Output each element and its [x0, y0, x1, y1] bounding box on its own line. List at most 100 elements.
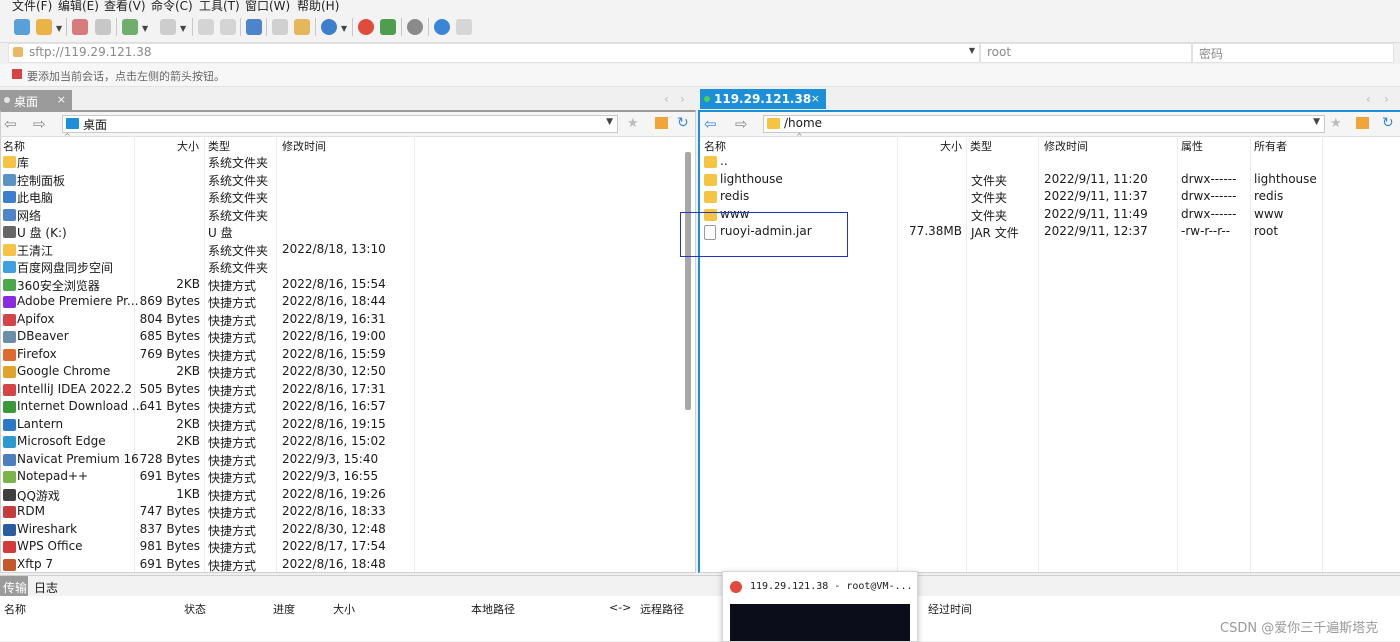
tab-remote-host[interactable]: 119.29.121.38 × — [700, 89, 826, 109]
table-row[interactable]: Firefox 769 Bytes 快捷方式 2022/8/16, 15:59 — [1, 347, 691, 364]
menu-help[interactable]: 帮助(H) — [297, 0, 339, 12]
menu-tools[interactable]: 工具(T) — [199, 0, 240, 12]
table-row[interactable]: .. — [700, 154, 1400, 171]
table-row[interactable]: redis 文件夹 2022/9/11, 11:37 drwx------ redis — [700, 189, 1400, 206]
table-row[interactable]: Xftp 7 691 Bytes 快捷方式 2022/8/16, 18:48 — [1, 557, 691, 574]
table-row[interactable]: Apifox 804 Bytes 快捷方式 2022/8/19, 16:31 — [1, 312, 691, 329]
table-row[interactable]: RDM 747 Bytes 快捷方式 2022/8/16, 18:33 — [1, 504, 691, 521]
chevron-down-icon[interactable]: ▼ — [142, 24, 148, 33]
password-input[interactable]: 密码 — [1192, 43, 1394, 63]
back-arrow-icon[interactable]: ⇦ — [704, 115, 717, 133]
col-header-owner[interactable]: 所有者 — [1254, 138, 1287, 154]
tab-log[interactable]: 日志 — [34, 579, 58, 596]
scroll-left-icon[interactable]: ‹ — [664, 92, 669, 106]
col-header-name[interactable]: 名称 — [704, 138, 726, 154]
table-row[interactable]: Internet Download ... 641 Bytes 快捷方式 2022/8… — [1, 399, 691, 416]
menu-edit[interactable]: 编辑(E) — [58, 0, 99, 12]
scrollbar-thumb[interactable] — [685, 152, 691, 410]
col-header-type[interactable]: 类型 — [208, 138, 230, 154]
tab-desktop[interactable]: 桌面 × — [0, 90, 72, 110]
paste-icon[interactable] — [220, 19, 236, 35]
col-header-attributes[interactable]: 属性 — [1181, 138, 1203, 154]
username-input[interactable]: root — [980, 43, 1192, 63]
forward-arrow-icon[interactable]: ⇨ — [735, 115, 748, 133]
taskbar-preview[interactable]: 119.29.121.38 - root@VM-... — [722, 571, 918, 642]
chevron-down-icon[interactable]: ▼ — [606, 117, 613, 127]
transfer-icon[interactable] — [122, 19, 138, 35]
table-row[interactable]: IntelliJ IDEA 2022.2 505 Bytes 快捷方式 2022/8/… — [1, 382, 691, 399]
address-input[interactable]: sftp://119.29.121.38 ▼ — [8, 43, 980, 63]
table-row[interactable]: 控制面板 系统文件夹 — [1, 172, 691, 189]
chat-icon[interactable] — [456, 19, 472, 35]
menu-view[interactable]: 查看(V) — [104, 0, 146, 12]
chevron-down-icon[interactable]: ▼ — [56, 24, 62, 33]
col-header-modified[interactable]: 修改时间 — [1044, 138, 1088, 154]
col-header-size[interactable]: 大小 — [940, 138, 962, 154]
help-icon[interactable] — [434, 19, 450, 35]
find-icon[interactable] — [294, 19, 310, 35]
globe-icon[interactable] — [321, 19, 337, 35]
refresh-icon[interactable]: ↻ — [677, 115, 689, 131]
col-header-size[interactable]: 大小 — [177, 138, 199, 154]
table-row[interactable]: Wireshark 837 Bytes 快捷方式 2022/8/30, 12:48 — [1, 522, 691, 539]
refresh-icon[interactable]: ↻ — [1382, 115, 1394, 131]
col-header-name[interactable]: 名称 — [3, 138, 25, 154]
chevron-down-icon[interactable]: ▼ — [180, 24, 186, 33]
table-row[interactable]: Adobe Premiere Pr... 869 Bytes 快捷方式 2022/8/… — [1, 294, 691, 311]
col-header-name[interactable]: 名称 — [4, 601, 26, 617]
table-row[interactable]: DBeaver 685 Bytes 快捷方式 2022/8/16, 19:00 — [1, 329, 691, 346]
close-icon[interactable]: × — [811, 92, 820, 105]
table-row[interactable]: WPS Office 981 Bytes 快捷方式 2022/8/17, 17:54 — [1, 539, 691, 556]
scroll-right-icon[interactable]: › — [680, 92, 685, 106]
chevron-down-icon[interactable]: ▼ — [969, 46, 975, 55]
table-row[interactable]: Lantern 2KB 快捷方式 2022/8/16, 19:15 — [1, 417, 691, 434]
star-icon[interactable]: ★ — [1330, 116, 1342, 131]
table-row[interactable]: 百度网盘同步空间 系统文件夹 — [1, 259, 691, 276]
table-row[interactable]: Navicat Premium 16 728 Bytes 快捷方式 2022/9/3,… — [1, 452, 691, 469]
table-row[interactable]: 此电脑 系统文件夹 — [1, 189, 691, 206]
menu-file[interactable]: 文件(F) — [12, 0, 52, 12]
forward-arrow-icon[interactable]: ⇨ — [33, 115, 46, 133]
close-icon[interactable]: × — [57, 93, 66, 106]
scroll-right-icon[interactable]: › — [1384, 92, 1389, 106]
table-row[interactable]: lighthouse 文件夹 2022/9/11, 11:20 drwx------ l… — [700, 172, 1400, 189]
table-row[interactable]: Microsoft Edge 2KB 快捷方式 2022/8/16, 15:02 — [1, 434, 691, 451]
scroll-left-icon[interactable]: ‹ — [1366, 92, 1371, 106]
back-arrow-icon[interactable]: ⇦ — [4, 115, 17, 133]
col-header-elapsed[interactable]: 经过时间 — [928, 601, 972, 617]
xftp-icon[interactable] — [380, 19, 396, 35]
table-row[interactable]: Google Chrome 2KB 快捷方式 2022/8/30, 12:50 — [1, 364, 691, 381]
tab-transfer[interactable]: 传输 — [0, 576, 28, 596]
home-folder-icon[interactable] — [655, 117, 668, 129]
table-row[interactable]: 360安全浏览器 2KB 快捷方式 2022/8/16, 15:54 — [1, 277, 691, 294]
col-header-progress[interactable]: 进度 — [273, 601, 295, 617]
col-header-remote-path[interactable]: 远程路径 — [640, 601, 684, 617]
col-header-local-path[interactable]: 本地路径 — [471, 601, 515, 617]
xshell-icon[interactable] — [358, 19, 374, 35]
menu-command[interactable]: 命令(C) — [151, 0, 193, 12]
chevron-down-icon[interactable]: ▼ — [341, 24, 347, 33]
col-header-type[interactable]: 类型 — [970, 138, 992, 154]
table-row[interactable]: 库 系统文件夹 — [1, 154, 691, 171]
gear-icon[interactable] — [407, 19, 423, 35]
col-header-modified[interactable]: 修改时间 — [282, 138, 326, 154]
table-row[interactable]: QQ游戏 1KB 快捷方式 2022/8/16, 19:26 — [1, 487, 691, 504]
table-row[interactable]: 王清江 系统文件夹 2022/8/18, 13:10 — [1, 242, 691, 259]
copy-icon[interactable] — [198, 19, 214, 35]
sync-icon[interactable] — [246, 19, 262, 35]
star-icon[interactable]: ★ — [627, 116, 639, 131]
table-row[interactable]: 网络 系统文件夹 — [1, 207, 691, 224]
col-header-direction[interactable]: <-> — [609, 601, 631, 614]
menu-window[interactable]: 窗口(W) — [245, 0, 290, 12]
disconnect-icon[interactable] — [72, 19, 88, 35]
table-row[interactable]: U 盘 (K:) U 盘 — [1, 224, 691, 241]
open-folder-icon[interactable] — [36, 19, 52, 35]
table-row[interactable]: Notepad++ 691 Bytes 快捷方式 2022/9/3, 16:55 — [1, 469, 691, 486]
col-header-size[interactable]: 大小 — [333, 601, 355, 617]
properties-icon[interactable] — [272, 19, 288, 35]
local-path-input[interactable]: 桌面 ▼ — [62, 115, 618, 133]
reconnect-icon[interactable] — [95, 19, 111, 35]
col-header-status[interactable]: 状态 — [184, 601, 206, 617]
home-folder-icon[interactable] — [1356, 117, 1369, 129]
chevron-down-icon[interactable]: ▼ — [1313, 117, 1320, 127]
